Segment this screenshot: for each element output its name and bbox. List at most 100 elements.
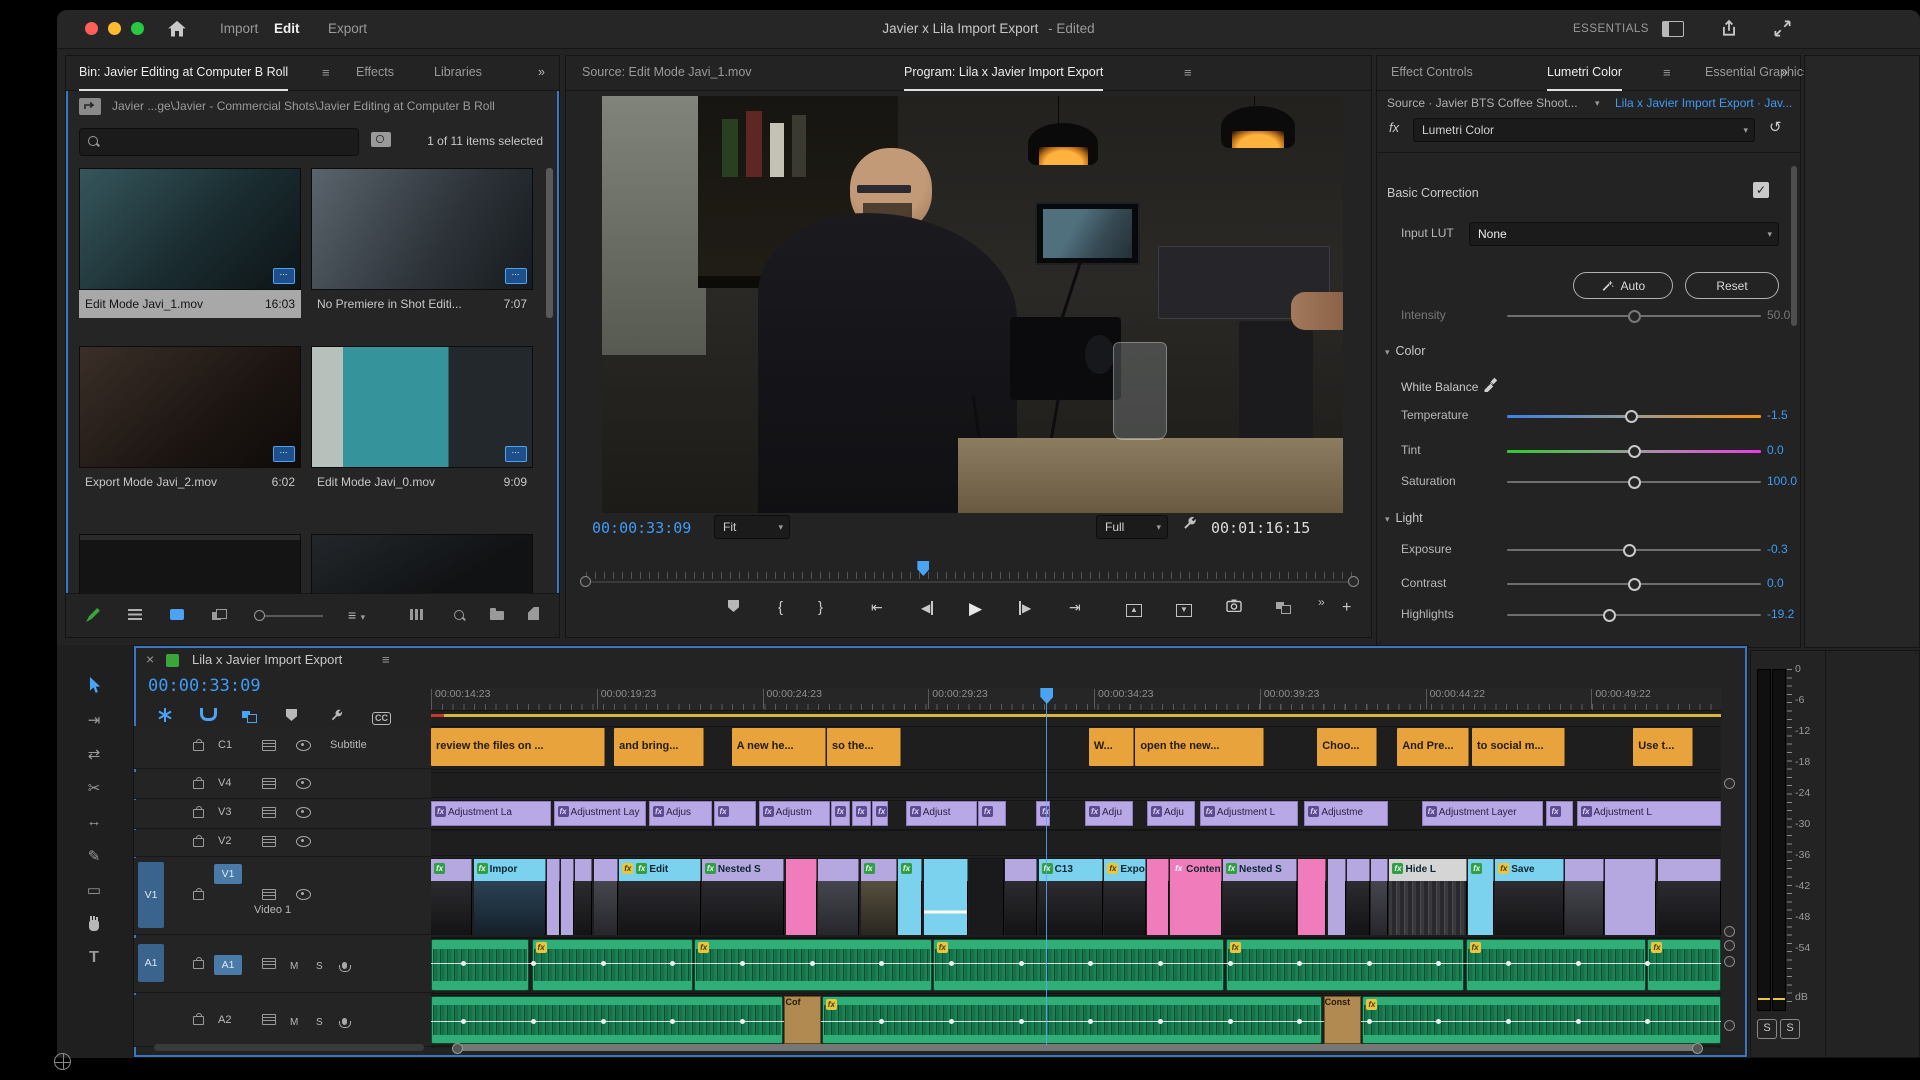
adjustment-layer-clip[interactable]: fxAdju	[1147, 801, 1195, 826]
bin-clip-label[interactable]: Edit Mode Javi_0.mov9:09	[311, 468, 533, 496]
adjustment-layer-clip[interactable]: fxAdjus	[649, 801, 712, 826]
track-header-v3[interactable]: V3	[134, 800, 431, 829]
audio-keyframe-dot[interactable]	[1576, 1019, 1581, 1024]
track-id-v3[interactable]: V3	[218, 806, 231, 818]
video-clip[interactable]: fxNested S	[702, 859, 785, 935]
contrast-slider-handle[interactable]	[1628, 578, 1641, 591]
track-name-label[interactable]: Subtitle	[330, 739, 367, 751]
track-resize-handle-3[interactable]	[1724, 940, 1735, 951]
video-clip[interactable]	[818, 859, 859, 935]
audio-keyframe-dot[interactable]	[1019, 1019, 1024, 1024]
icon-view-icon[interactable]	[170, 607, 184, 625]
highlights-slider-handle[interactable]	[1603, 609, 1616, 622]
v1-video-track[interactable]: fxfxImporfxfxEditfxNested SfxfxfxC13fxEx…	[431, 859, 1721, 935]
find-icon[interactable]	[454, 607, 464, 625]
video-clip[interactable]: fxNested S	[1223, 859, 1297, 935]
video-clip[interactable]: fxImpor	[474, 859, 546, 935]
track-targeting-icon[interactable]	[262, 805, 276, 823]
subtitle-clip[interactable]: review the files on ...	[431, 728, 605, 766]
intensity-slider[interactable]	[1507, 315, 1761, 317]
track-id-c1[interactable]: C1	[218, 739, 232, 751]
effect-selector-dropdown[interactable]: Lumetri Color▾	[1413, 118, 1755, 142]
bin-clip-label[interactable]: Export Mode Javi_2.mov6:02	[79, 468, 301, 496]
light-section-header[interactable]: ▾Light	[1385, 511, 1423, 525]
track-resize-handle-4[interactable]	[1724, 956, 1735, 967]
effect-reset-icon[interactable]: ↺	[1769, 118, 1782, 136]
fit-dropdown[interactable]: Fit▾	[714, 515, 790, 539]
sort-order-icon[interactable]: ≡ ▾	[348, 607, 365, 625]
track-resize-handle-2[interactable]	[1724, 926, 1735, 937]
basic-correction-checkbox[interactable]: ✓	[1753, 182, 1769, 198]
audio-keyframe-dot[interactable]	[949, 961, 954, 966]
adjustment-layer-clip[interactable]: fxAdjust	[906, 801, 977, 826]
video-clip[interactable]: fxHide L	[1389, 859, 1466, 935]
filmstrip-hover-icon[interactable]	[410, 607, 425, 625]
audio-keyframe-dot[interactable]	[949, 1019, 954, 1024]
timeline-ruler[interactable]: 00:00:14:2300:00:19:2300:00:24:2300:00:2…	[431, 688, 1721, 711]
track-solo-button[interactable]: S	[316, 1012, 323, 1030]
track-visibility-icon[interactable]	[296, 776, 311, 794]
adjustment-layer-clip[interactable]: fxAdjustment L	[1200, 801, 1298, 826]
track-visibility-icon[interactable]	[296, 738, 311, 756]
track-lock-icon[interactable]	[193, 834, 204, 852]
subtitle-clip[interactable]: open the new...	[1135, 728, 1264, 766]
track-id-v2[interactable]: V2	[218, 835, 231, 847]
video-clip[interactable]: fx	[898, 859, 923, 935]
subtitle-clip[interactable]: Use t...	[1633, 728, 1692, 766]
video-clip[interactable]	[547, 859, 560, 935]
adjustment-layer-clip[interactable]: fx	[852, 801, 871, 826]
tool-ripple-edit[interactable]: ⇄	[81, 745, 107, 764]
highlights-value[interactable]: -19.2	[1767, 607, 1794, 621]
audio-keyframe-dot[interactable]	[1576, 961, 1581, 966]
audio-keyframe-dot[interactable]	[601, 1019, 606, 1024]
clip-source-chevron-icon[interactable]: ▾	[1595, 98, 1600, 109]
lumetri-scrollbar[interactable]	[1791, 166, 1797, 326]
video-clip[interactable]: fxC13	[1039, 859, 1104, 935]
video-clip[interactable]	[1605, 859, 1657, 935]
a2-audio-track[interactable]: fxfxCofConst	[431, 996, 1721, 1044]
subtitle-clip[interactable]: so the...	[827, 728, 901, 766]
transport-play-icon[interactable]: ▶	[969, 599, 982, 619]
audio-clip[interactable]: fx	[532, 939, 693, 991]
saturation-slider-handle[interactable]	[1628, 476, 1641, 489]
track-record-icon[interactable]	[342, 1012, 347, 1030]
share-icon[interactable]	[1720, 19, 1738, 43]
lumetri-tab-essential-graphics[interactable]: Essential Graphics	[1705, 56, 1809, 89]
video-clip[interactable]	[1371, 859, 1388, 935]
monitor-scroll-handle-right[interactable]	[1348, 576, 1359, 587]
bin-clip-thumbnail[interactable]	[311, 534, 533, 596]
audio-keyframe-dot[interactable]	[740, 961, 745, 966]
track-targeting-icon[interactable]	[262, 776, 276, 794]
ruler-tick[interactable]: 00:00:34:23	[1094, 688, 1153, 700]
video-clip[interactable]: fxExpo	[1104, 859, 1145, 935]
monitor-settings-wrench-icon[interactable]	[1180, 515, 1198, 538]
lumetri-tab-lumetri-color[interactable]: Lumetri Color	[1547, 56, 1622, 91]
lumetri-tab-effect-controls[interactable]: Effect Controls	[1391, 56, 1473, 89]
timeline-sequence-title[interactable]: Lila x Javier Import Export	[192, 652, 342, 667]
audio-rubber-band[interactable]	[431, 963, 1721, 964]
transport-more-icon[interactable]: »	[1318, 593, 1325, 611]
bin-clip-label[interactable]: Edit Mode Javi_1.mov16:03	[79, 290, 301, 318]
transport-comparison-view-icon[interactable]	[1276, 599, 1289, 617]
ruler-tick[interactable]: 00:00:19:23	[597, 688, 656, 700]
track-header-v1[interactable]: V1V1Video 1	[134, 858, 431, 935]
adjustment-layer-clip[interactable]: fx	[978, 801, 1006, 826]
adjustment-layer-clip[interactable]: fx	[1036, 801, 1050, 826]
ruler-tick[interactable]: 00:00:39:23	[1260, 688, 1319, 700]
track-lock-icon[interactable]	[193, 776, 204, 794]
transport-step-back-icon[interactable]: ◀	[921, 599, 933, 617]
tool-hand[interactable]	[81, 915, 107, 936]
track-header-c1[interactable]: C1 Subtitle	[134, 726, 431, 769]
video-clip[interactable]	[575, 859, 592, 935]
tab-program-monitor[interactable]: Program: Lila x Javier Import Export	[904, 56, 1103, 91]
video-clip[interactable]: fxSave	[1495, 859, 1563, 935]
transport-step-forward-icon[interactable]: ▶	[1019, 599, 1031, 617]
track-header-v2[interactable]: V2	[134, 830, 431, 857]
video-clip[interactable]	[594, 859, 619, 935]
audio-keyframe-dot[interactable]	[810, 961, 815, 966]
program-video-frame[interactable]	[602, 96, 1343, 513]
track-lock-icon[interactable]	[193, 805, 204, 823]
new-bin-icon[interactable]	[490, 607, 504, 625]
track-lock-icon[interactable]	[193, 1012, 204, 1030]
audio-clip[interactable]: fx	[933, 939, 1225, 991]
